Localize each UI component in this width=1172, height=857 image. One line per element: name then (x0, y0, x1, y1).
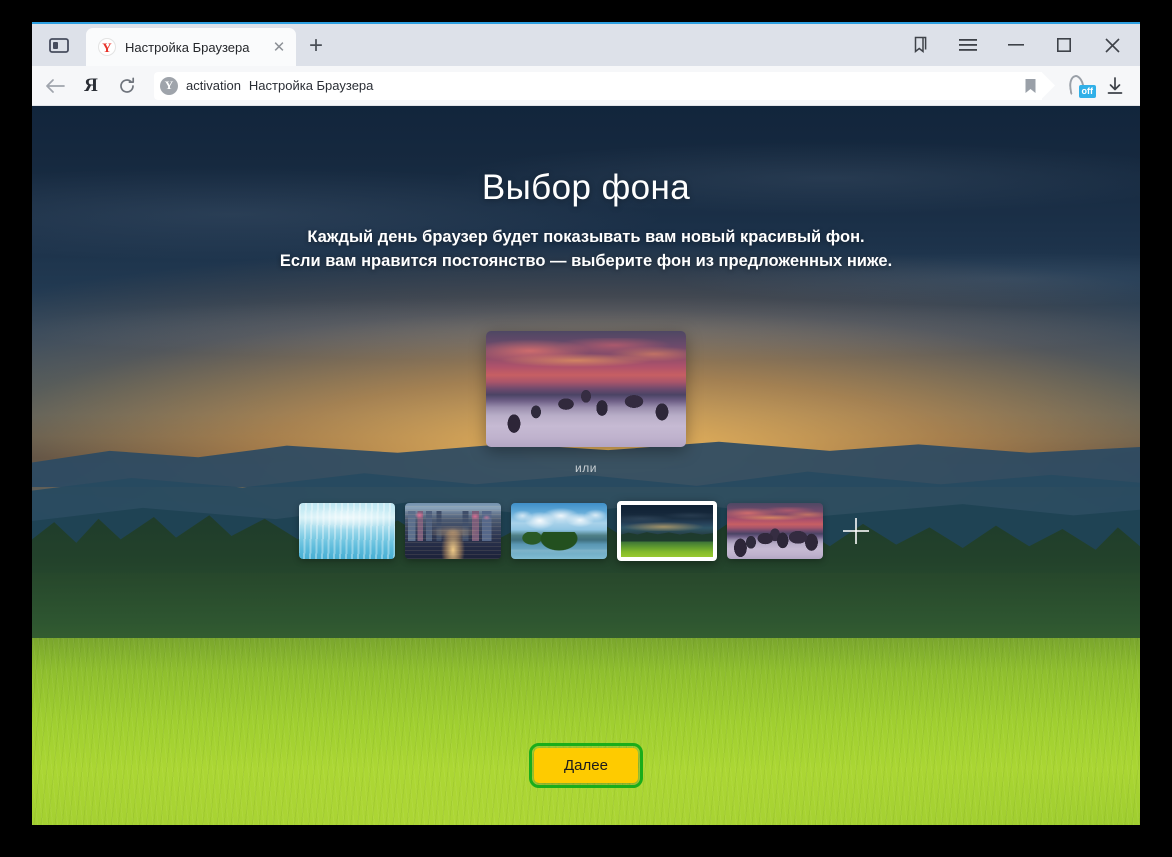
yandex-favicon: Y (98, 38, 116, 56)
yandex-logo-icon[interactable]: Я (74, 69, 108, 103)
background-thumb-sunsetfog-image (727, 503, 823, 560)
new-tab-button[interactable]: + (296, 28, 336, 66)
window-close-icon[interactable] (1088, 24, 1136, 66)
page-subtitle-line-1: Каждый день браузер будет показывать вам… (307, 228, 865, 246)
background-preview[interactable] (486, 331, 686, 448)
omnibox-page-title: Настройка Браузера (248, 78, 374, 93)
downloads-icon[interactable] (1098, 69, 1132, 103)
browser-window: Y Настройка Браузера ✕ + Я Y activation … (32, 22, 1140, 825)
next-button[interactable]: Далее (529, 743, 643, 788)
close-icon[interactable]: ✕ (268, 36, 290, 58)
background-thumb-storm-image (621, 505, 713, 558)
background-preview-image (486, 331, 686, 448)
reload-icon[interactable] (110, 69, 144, 103)
maximize-icon[interactable] (1040, 24, 1088, 66)
bookmarks-icon[interactable] (896, 24, 944, 66)
window-controls (896, 24, 1140, 66)
background-thumb-sea[interactable] (299, 503, 395, 560)
hamburger-menu-icon[interactable] (944, 24, 992, 66)
tab-settings[interactable]: Y Настройка Браузера ✕ (86, 28, 296, 66)
background-thumbnail-list (299, 501, 873, 562)
background-thumb-lake-image (511, 503, 607, 560)
tab-strip-spacer (336, 28, 896, 66)
or-separator-label: или (575, 461, 597, 476)
page-subtitle-line-2: Если вам нравится постоянство — выберите… (279, 252, 893, 271)
next-button-container: Далее (32, 743, 1140, 788)
background-thumb-sea-image (299, 503, 395, 560)
turbo-mode-icon[interactable]: off (1066, 73, 1096, 98)
browser-toolbar: Я Y activation Настройка Браузера off (32, 66, 1140, 106)
omnibox-scheme-label: activation (186, 78, 241, 93)
background-thumb-sunsetfog[interactable] (727, 503, 823, 560)
yandex-shield-icon: Y (160, 76, 178, 95)
bookmark-star-icon[interactable] (1018, 72, 1042, 100)
minimize-icon[interactable] (992, 24, 1040, 66)
yandex-favicon-glyph: Y (102, 39, 112, 55)
tab-title: Настройка Браузера (125, 39, 250, 55)
turbo-off-badge: off (1078, 84, 1096, 98)
address-bar[interactable]: Y activation Настройка Браузера (154, 71, 1042, 100)
background-thumb-storm-selected[interactable] (617, 501, 717, 562)
page-wallpaper: Выбор фона Каждый день браузер будет пок… (32, 106, 1140, 825)
sidebar-panel-icon[interactable] (32, 24, 86, 66)
plus-icon[interactable] (839, 514, 873, 548)
toolbar-right-actions: off (1066, 69, 1132, 103)
tab-strip: Y Настройка Браузера ✕ + (32, 24, 1140, 66)
background-thumb-lake[interactable] (511, 503, 607, 560)
back-arrow-icon[interactable] (38, 69, 72, 103)
background-thumb-city[interactable] (405, 503, 501, 560)
background-thumb-city-image (405, 503, 501, 560)
page-subtitle: Каждый день браузер будет показывать вам… (280, 225, 892, 273)
onboarding-content: Выбор фона Каждый день браузер будет пок… (32, 106, 1140, 825)
page-title: Выбор фона (481, 168, 691, 207)
